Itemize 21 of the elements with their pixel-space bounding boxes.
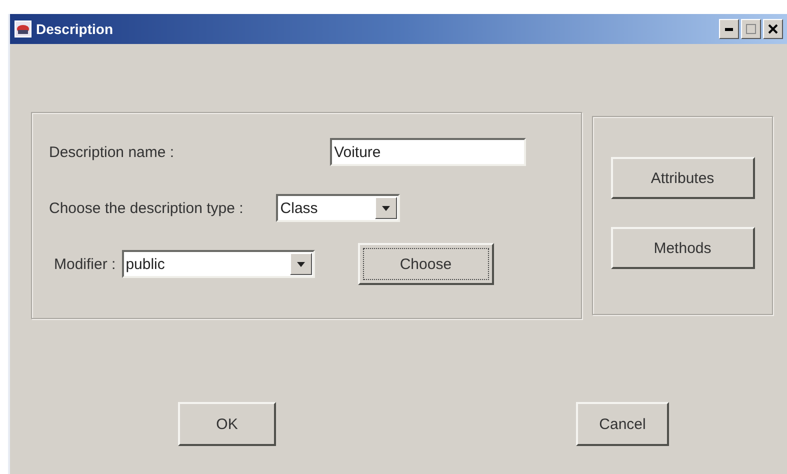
field-label: Description name : (49, 144, 174, 160)
side-button[interactable]: Methods (610, 227, 754, 269)
dialog-button[interactable]: OK (178, 402, 276, 446)
modifier-dropdown[interactable]: public (122, 250, 315, 278)
input-field[interactable]: Voiture (330, 138, 526, 166)
minimize-icon (725, 28, 733, 30)
minimize-button[interactable] (719, 19, 739, 39)
dialog-button[interactable]: Cancel (576, 402, 669, 446)
field-label: Choose the description type : (49, 200, 244, 216)
close-button[interactable] (763, 19, 783, 39)
window-title: Description (36, 21, 114, 37)
caret-icon (296, 262, 305, 266)
close-icon (768, 24, 778, 34)
choose-button[interactable]: Choose (358, 243, 494, 285)
side-button[interactable]: Attributes (610, 157, 754, 199)
type-dropdown[interactable]: Class (276, 194, 400, 222)
maximize-icon (746, 24, 756, 34)
maximize-button[interactable] (741, 19, 761, 39)
field-label: Modifier : (54, 256, 116, 272)
caret-icon (382, 206, 390, 210)
app-icon (14, 20, 32, 38)
